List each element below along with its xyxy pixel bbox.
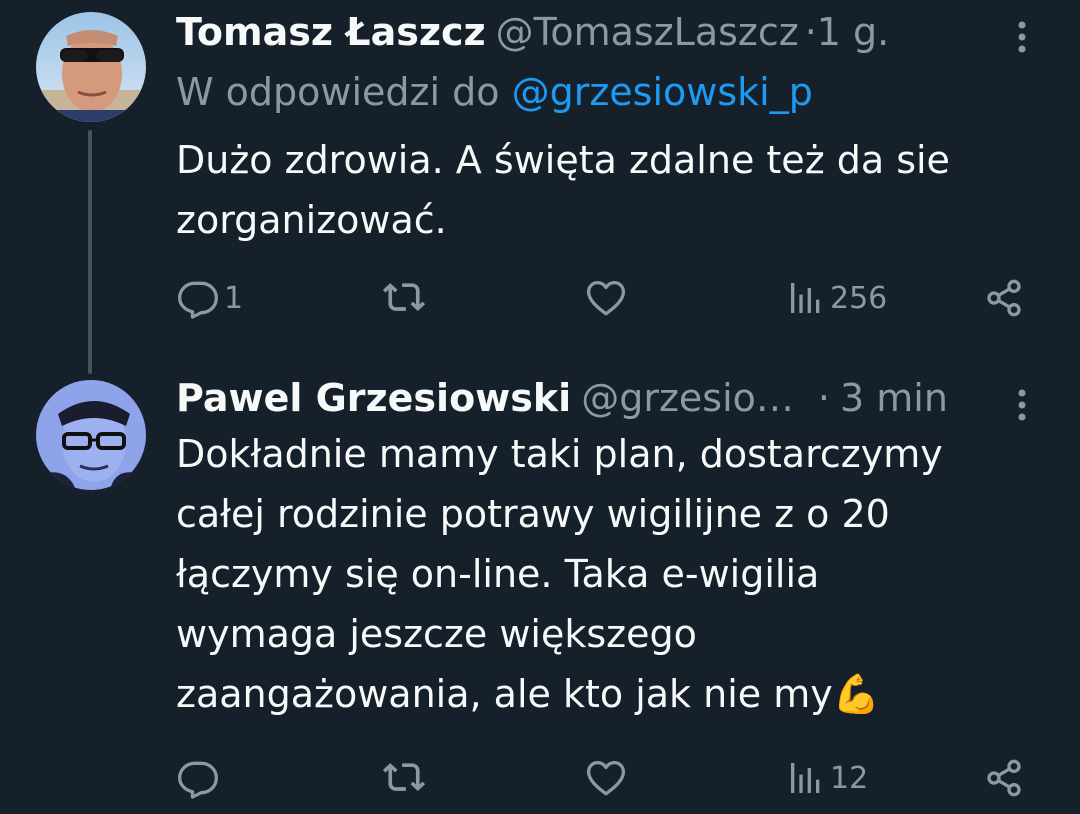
- views-icon: [791, 283, 820, 313]
- retweet-button[interactable]: [382, 750, 430, 806]
- separator-dot: ·: [817, 376, 830, 420]
- retweet-icon: [382, 283, 426, 312]
- share-icon: [987, 759, 1021, 797]
- view-count: 256: [830, 280, 888, 316]
- heart-icon: [586, 760, 626, 796]
- action-bar: 1 256: [176, 270, 1036, 326]
- reply-button[interactable]: 1: [176, 270, 243, 326]
- reply-icon: [178, 281, 218, 319]
- like-button[interactable]: [584, 750, 632, 806]
- avatar[interactable]: [36, 12, 146, 122]
- display-name[interactable]: Tomasz Łaszcz: [176, 10, 486, 54]
- thread-connector-line: [88, 130, 92, 374]
- avatar[interactable]: [36, 380, 146, 490]
- reply-button[interactable]: [176, 750, 224, 806]
- reply-to-mention[interactable]: @grzesiowski_p: [512, 70, 813, 114]
- more-options-button[interactable]: [1004, 12, 1040, 62]
- timestamp[interactable]: 3 min: [840, 376, 948, 420]
- more-vertical-icon: [1018, 389, 1026, 421]
- avatar-photo: [36, 12, 146, 122]
- view-count: 12: [830, 760, 869, 796]
- more-options-button[interactable]: [1004, 380, 1040, 430]
- tweet[interactable]: Tomasz Łaszcz @TomaszLaszcz ·1 g. W odpowi…: [0, 0, 1080, 374]
- more-vertical-icon: [1018, 21, 1026, 53]
- tweet-text: Dużo zdrowia. A święta zdalne też da sie…: [176, 138, 950, 242]
- separator-dot: ·: [804, 10, 817, 54]
- share-button[interactable]: [984, 270, 1024, 326]
- tweet-header: Pawel Grzesiowski @grzesio… · 3 min: [176, 370, 1010, 426]
- views-button[interactable]: 256: [786, 270, 887, 326]
- user-handle[interactable]: @TomaszLaszcz: [496, 10, 799, 54]
- display-name[interactable]: Pawel Grzesiowski: [176, 376, 571, 420]
- timestamp[interactable]: 1 g.: [817, 10, 889, 54]
- user-handle[interactable]: @grzesio…: [581, 370, 794, 426]
- views-icon: [791, 763, 820, 793]
- reply-context: W odpowiedzi do @grzesiowski_p: [176, 64, 813, 120]
- tweet-text: Dokładnie mamy taki plan, dostarczymy ca…: [176, 432, 943, 716]
- views-button[interactable]: 12: [786, 750, 868, 806]
- retweet-icon: [382, 763, 426, 792]
- reply-count: 1: [224, 280, 244, 316]
- heart-icon: [586, 280, 626, 316]
- reply-prefix: W odpowiedzi do: [176, 70, 500, 114]
- action-bar: 12: [176, 750, 1036, 806]
- tweet-header: Tomasz Łaszcz @TomaszLaszcz ·1 g.: [176, 4, 1010, 60]
- tweet[interactable]: Pawel Grzesiowski @grzesio… · 3 min Dokładn…: [0, 372, 1080, 814]
- share-button[interactable]: [984, 750, 1024, 806]
- retweet-button[interactable]: [382, 270, 430, 326]
- reply-icon: [178, 761, 218, 799]
- avatar-photo: [36, 380, 146, 490]
- like-button[interactable]: [584, 270, 632, 326]
- share-icon: [987, 279, 1021, 317]
